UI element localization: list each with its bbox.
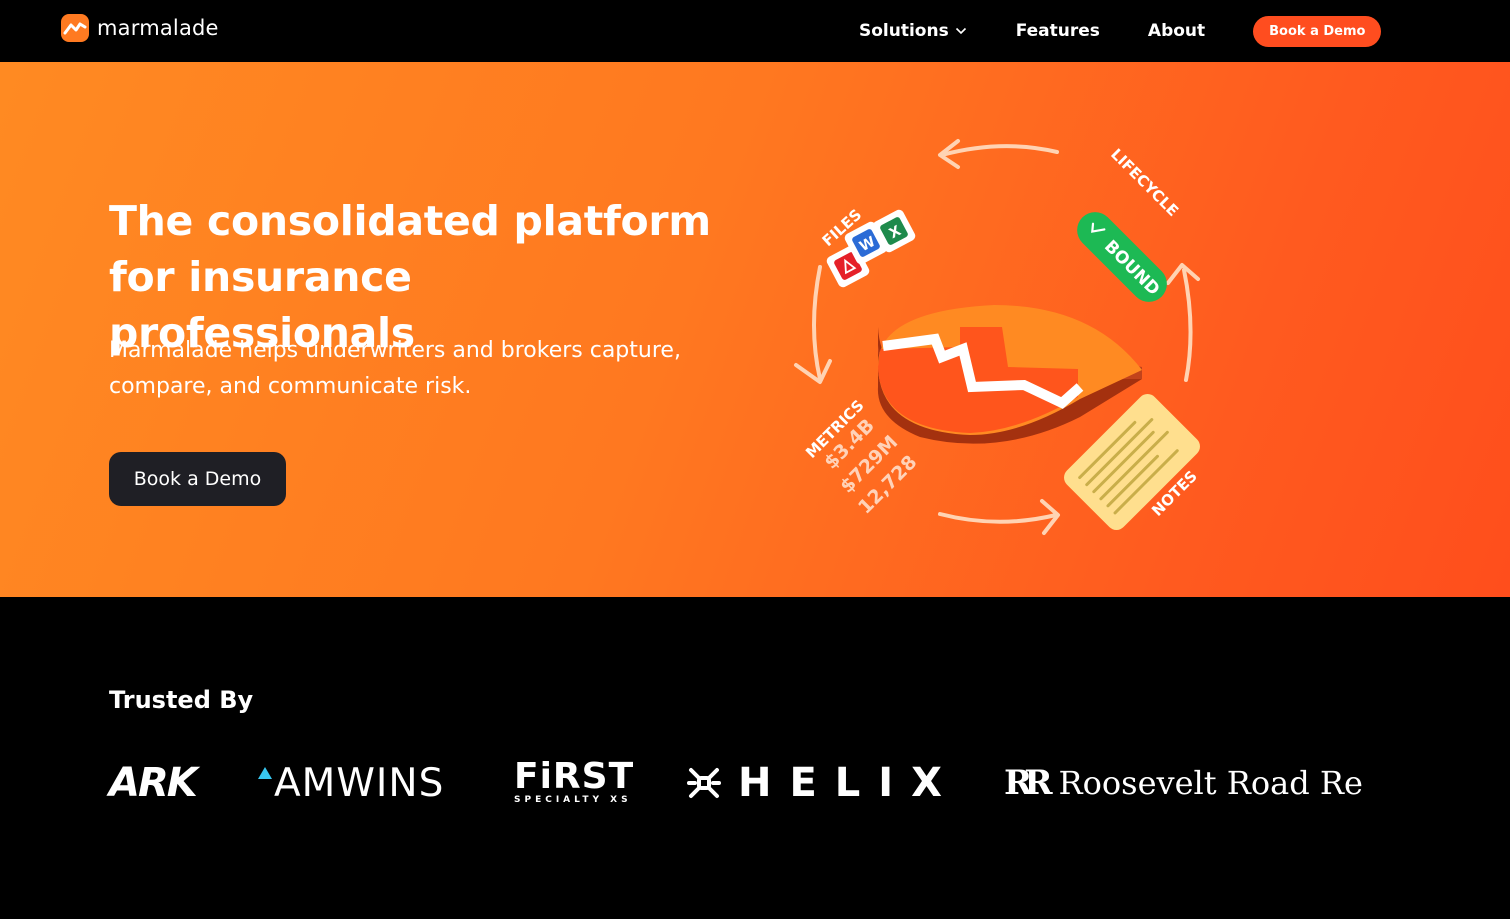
partner-logos: ARK AMWINS FiRST SPECIALTY XS HELIX RR R… — [0, 755, 1510, 815]
nav-links: Solutions Features About Book a Demo — [859, 0, 1382, 62]
ark-logo: ARK — [109, 760, 198, 806]
lifecycle-label: LIFECYCLE — [1107, 145, 1182, 220]
brand-logo[interactable]: marmalade — [61, 14, 219, 42]
helix-mark-icon — [687, 768, 721, 798]
hero-book-demo-button[interactable]: Book a Demo — [109, 452, 286, 506]
first-tagline: SPECIALTY XS — [514, 795, 632, 805]
hero-illustration: FILES W X LIFECYCLE BOUND METRICS $3.4B … — [794, 139, 1201, 535]
hero-section: The consolidated platform for insurance … — [0, 62, 1510, 597]
nav-features[interactable]: Features — [1016, 21, 1100, 41]
hero-subtitle-line1: Marmalade helps underwriters and brokers… — [109, 338, 681, 363]
trusted-title: Trusted By — [109, 686, 254, 714]
hero-subtitle-line2: compare, and communicate risk. — [109, 374, 472, 399]
hero-title-line1: The consolidated platform — [109, 197, 711, 245]
first-wordmark: FiRST — [514, 756, 635, 797]
nav-solutions-label: Solutions — [859, 21, 949, 41]
nav-about[interactable]: About — [1148, 21, 1205, 41]
bound-badge: BOUND — [1077, 212, 1167, 302]
lifecycle-cluster: LIFECYCLE BOUND — [1077, 145, 1182, 302]
rr-monogram: RR — [1004, 763, 1052, 803]
top-nav: marmalade Solutions Features About Book … — [0, 0, 1510, 62]
helix-wordmark: HELIX — [738, 760, 961, 806]
helix-logo: HELIX — [686, 755, 960, 811]
nav-solutions[interactable]: Solutions — [859, 21, 967, 41]
nav-book-demo-button[interactable]: Book a Demo — [1253, 15, 1382, 47]
brand-name: marmalade — [97, 16, 219, 40]
roosevelt-road-re-logo: RR Roosevelt Road Re — [1004, 755, 1363, 811]
amwins-logo: AMWINS — [258, 755, 444, 811]
center-logo-shape — [877, 305, 1142, 444]
rr-wordmark: Roosevelt Road Re — [1058, 764, 1363, 802]
marmalade-logo-icon — [61, 14, 89, 42]
chevron-down-icon — [955, 27, 966, 35]
hero-subtitle: Marmalade helps underwriters and brokers… — [109, 333, 709, 405]
amwins-wordmark: AMWINS — [274, 760, 445, 806]
first-specialty-logo: FiRST SPECIALTY XS — [514, 755, 634, 811]
amwins-triangle-icon — [258, 767, 272, 779]
files-cluster: FILES W X — [819, 206, 916, 288]
